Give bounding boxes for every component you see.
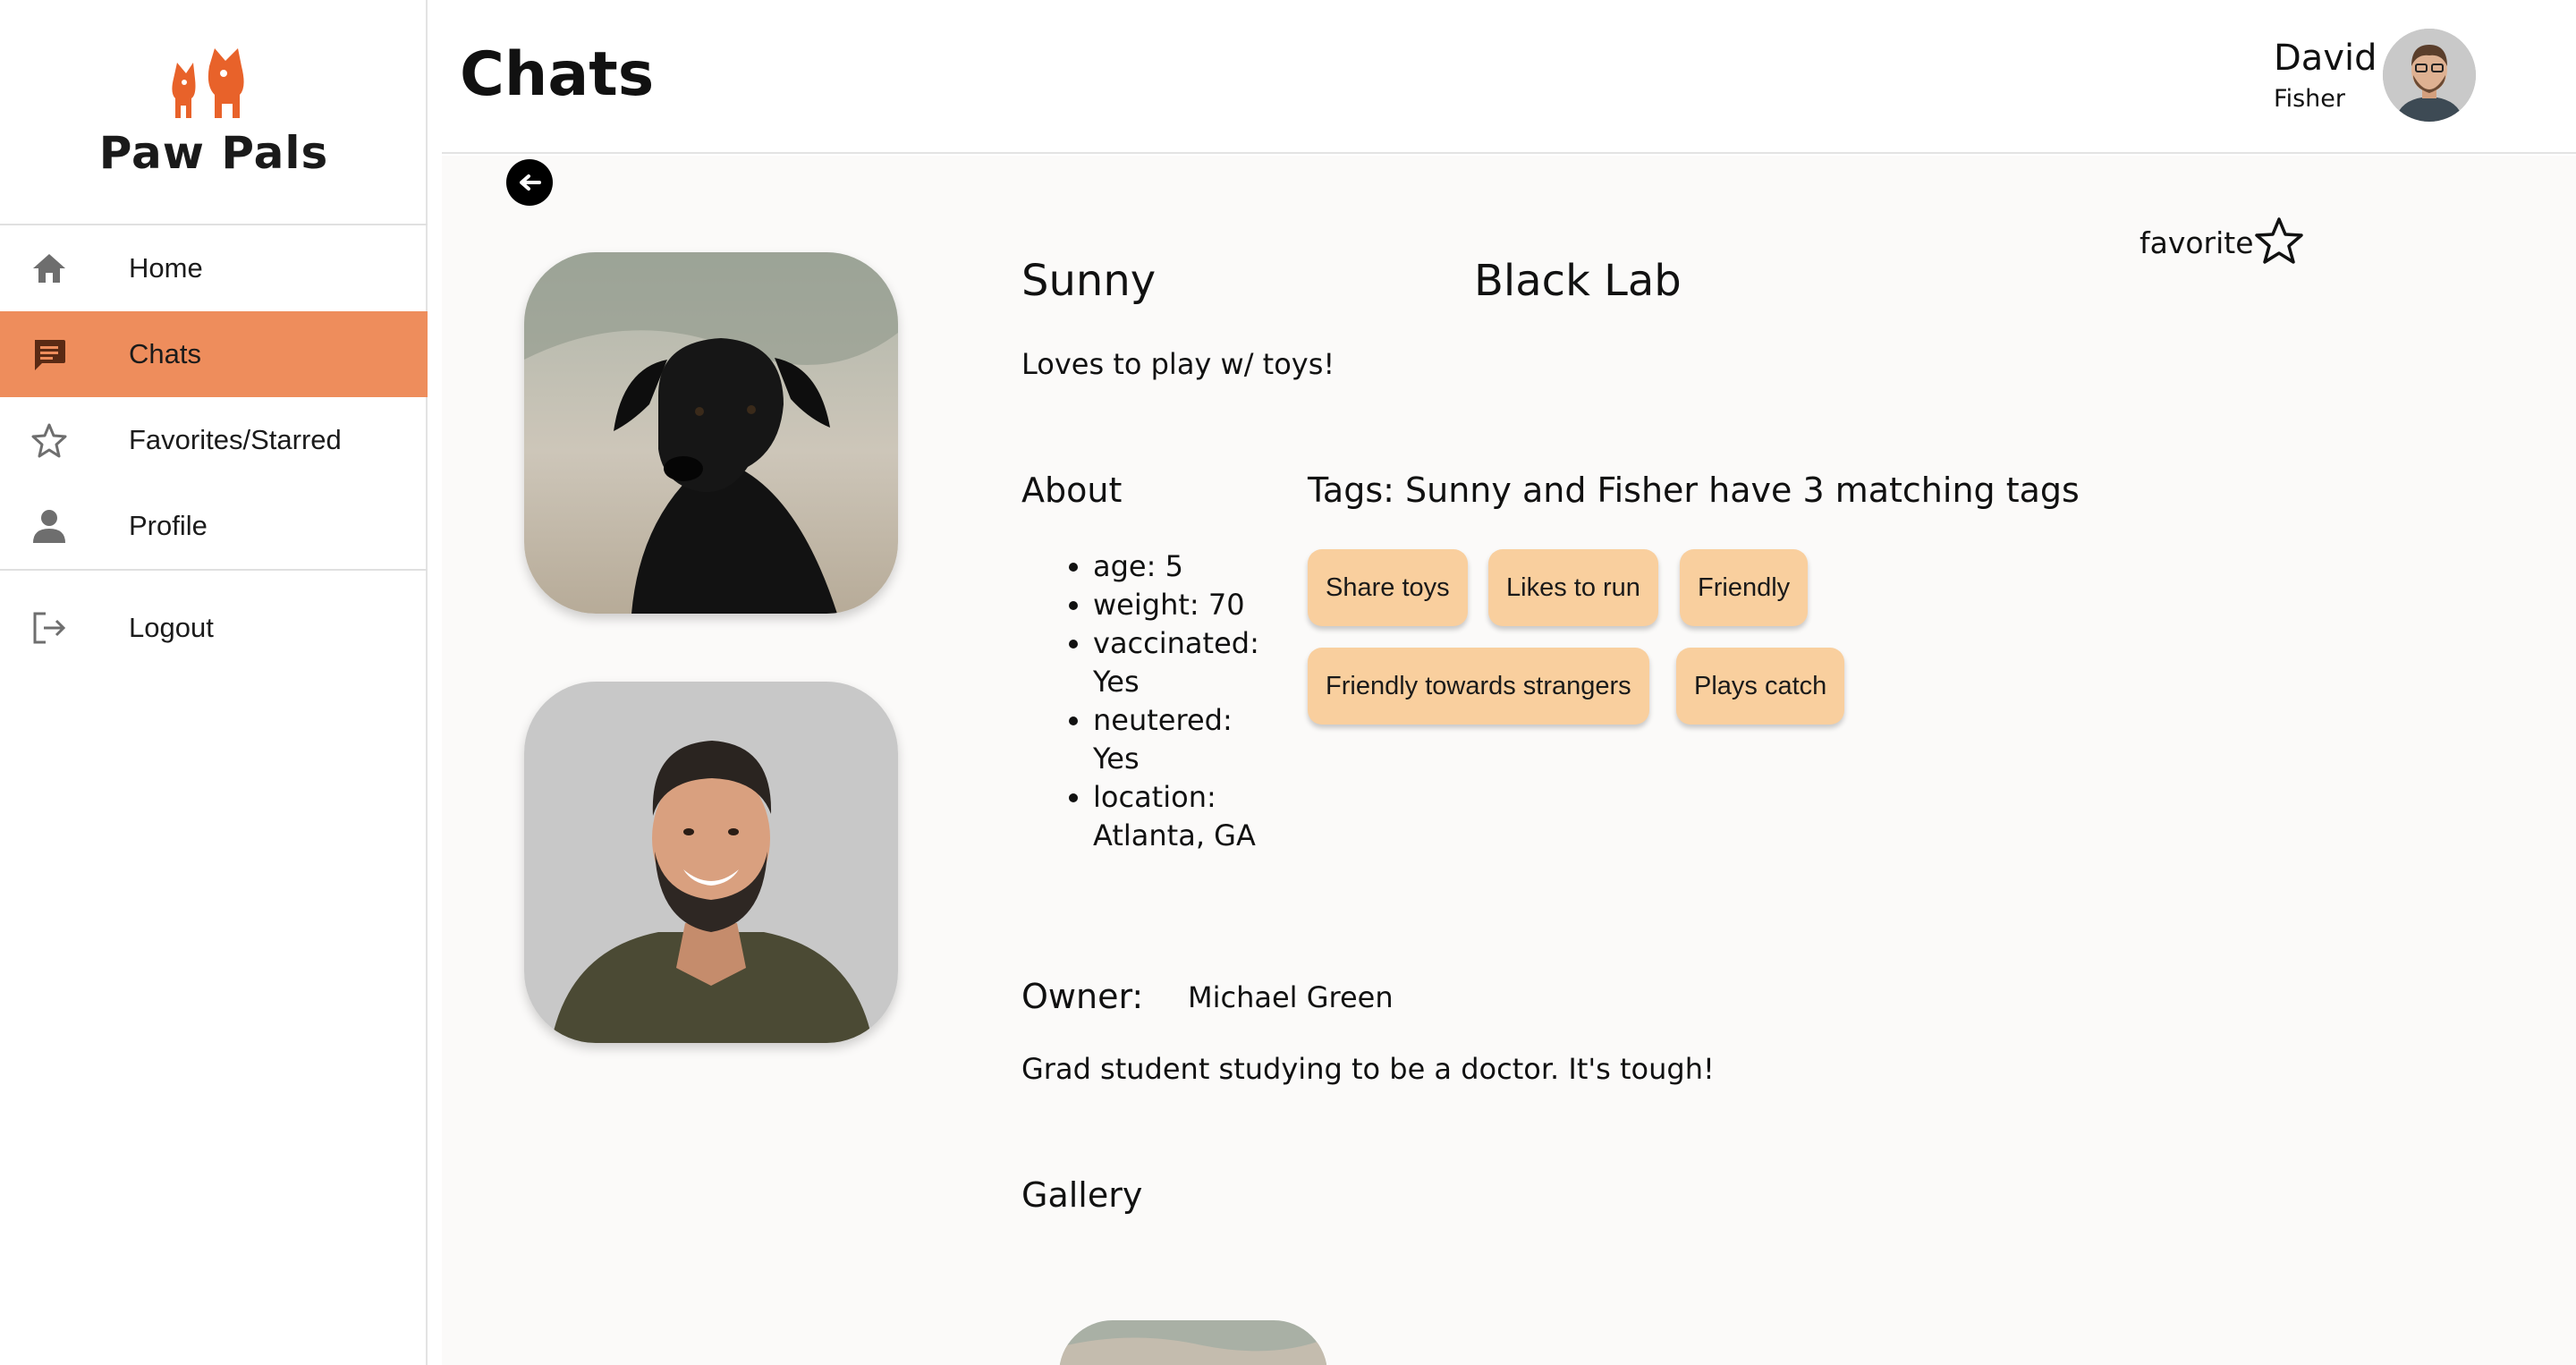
- star-outline-icon: [30, 421, 68, 459]
- owner-label: Owner:: [1021, 977, 1144, 1016]
- about-item-age: age: 5: [1093, 547, 1270, 586]
- paw-pals-logo-icon: [172, 48, 244, 118]
- chat-profile-panel: Sunny Black Lab Loves to play w/ toys! f…: [442, 156, 2576, 1365]
- tags-title: Tags: Sunny and Fisher have 3 matching t…: [1308, 471, 2080, 510]
- home-icon: [30, 250, 68, 287]
- tag-chip[interactable]: Friendly towards strangers: [1308, 648, 1649, 725]
- tag-chip[interactable]: Share toys: [1308, 549, 1468, 626]
- nav-divider: [0, 569, 428, 571]
- dog-name: Sunny: [1021, 256, 1157, 306]
- user-last-name: Fisher: [2274, 85, 2345, 113]
- app-logo[interactable]: Paw Pals: [0, 43, 428, 179]
- arrow-left-icon: [520, 174, 541, 191]
- sidebar-item-chats[interactable]: Chats: [0, 311, 428, 397]
- sidebar-item-label: Favorites/Starred: [129, 424, 342, 455]
- tag-chip[interactable]: Friendly: [1680, 549, 1809, 626]
- back-button[interactable]: [506, 159, 553, 206]
- user-avatar[interactable]: [2383, 29, 2476, 122]
- about-title: About: [1021, 471, 1123, 510]
- user-first-name: David: [2274, 38, 2377, 79]
- gallery-photo[interactable]: [1059, 1320, 1327, 1365]
- sidebar-item-label: Chats: [129, 338, 201, 369]
- sidebar-item-favorites[interactable]: Favorites/Starred: [0, 397, 428, 483]
- tag-chip[interactable]: Likes to run: [1488, 549, 1658, 626]
- favorite-label: favorite: [2140, 225, 2254, 260]
- sidebar-item-label: Home: [129, 252, 203, 284]
- about-item-vaccinated: vaccinated: Yes: [1093, 624, 1270, 701]
- about-item-location: location: Atlanta, GA: [1093, 778, 1270, 855]
- owner-photo: [524, 682, 898, 1043]
- page-title: Chats: [460, 39, 655, 110]
- gallery-title: Gallery: [1021, 1175, 1143, 1215]
- owner-bio: Grad student studying to be a doctor. It…: [1021, 1052, 1715, 1086]
- dog-breed: Black Lab: [1474, 256, 1682, 306]
- sidebar-item-logout[interactable]: Logout: [0, 585, 428, 671]
- app-name: Paw Pals: [98, 127, 329, 179]
- top-header: Chats David Fisher: [442, 0, 2576, 154]
- dog-bio: Loves to play w/ toys!: [1021, 347, 1335, 381]
- chat-icon: [30, 335, 68, 373]
- about-item-neutered: neutered: Yes: [1093, 701, 1270, 778]
- sidebar-item-label: Logout: [129, 612, 214, 643]
- sidebar: Paw Pals Home Chats Favorites/Starred Pr…: [0, 0, 428, 1365]
- sidebar-item-label: Profile: [129, 510, 208, 541]
- sidebar-item-home[interactable]: Home: [0, 225, 428, 311]
- about-list: age: 5 weight: 70 vaccinated: Yes neuter…: [1046, 547, 1270, 855]
- sidebar-item-profile[interactable]: Profile: [0, 483, 428, 569]
- person-icon: [30, 507, 68, 545]
- tag-chip[interactable]: Plays catch: [1676, 648, 1845, 725]
- owner-name: Michael Green: [1188, 980, 1394, 1014]
- about-item-weight: weight: 70: [1093, 586, 1270, 624]
- dog-photo: [524, 252, 898, 614]
- favorite-star-icon[interactable]: [2254, 216, 2304, 265]
- logout-icon: [30, 609, 68, 647]
